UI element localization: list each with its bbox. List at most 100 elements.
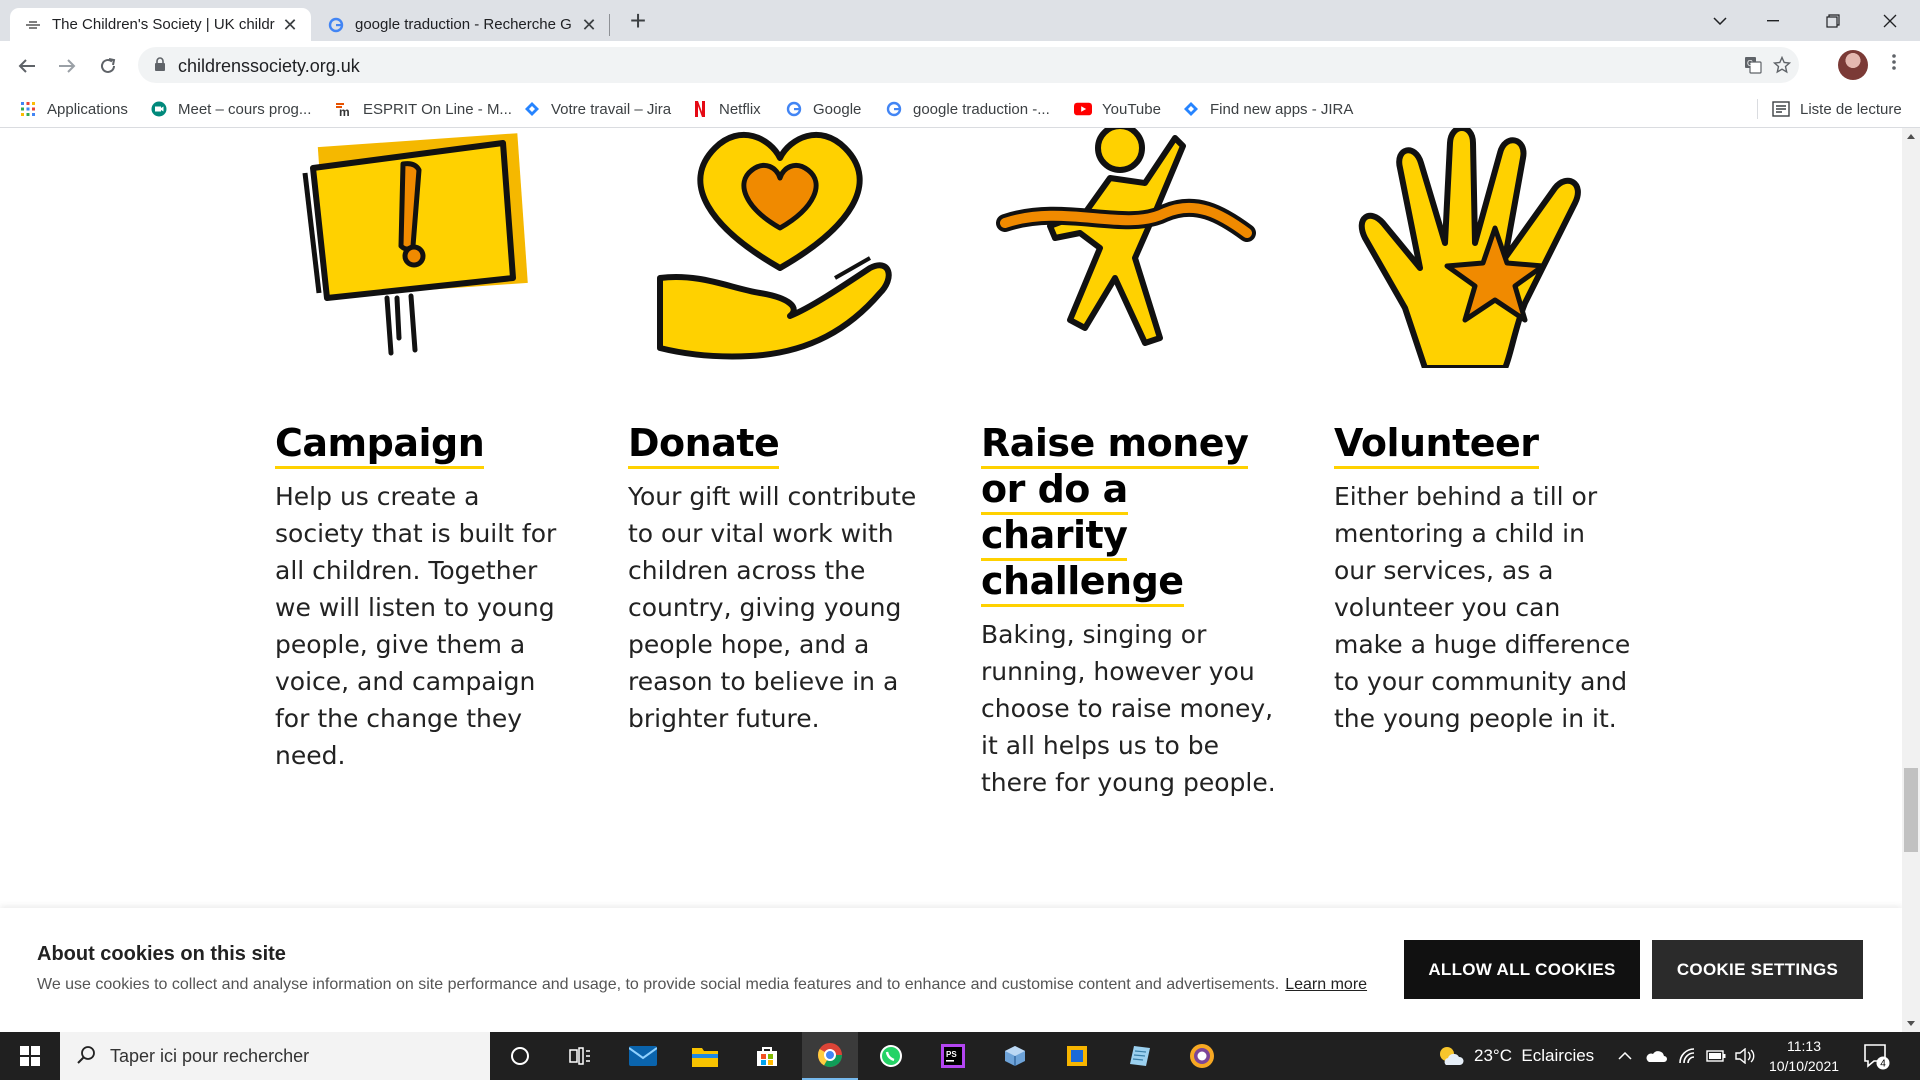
profile-avatar[interactable]	[1838, 50, 1868, 80]
card-title[interactable]: Donate	[628, 420, 948, 471]
bookmarks-bar: Applications Meet – cours prog... m ESPR…	[0, 90, 1920, 128]
page-content: Campaign Help us create a society that i…	[0, 128, 1902, 1032]
site-favicon-icon	[24, 16, 42, 34]
weather-cloud-sun-icon	[1438, 1045, 1464, 1067]
bookmark-netflix[interactable]: Netflix	[691, 97, 761, 121]
card-title[interactable]: Volunteer	[1334, 420, 1654, 471]
card-title[interactable]: Raise money or do a charity challenge	[981, 420, 1281, 609]
onedrive-icon[interactable]	[1645, 1032, 1667, 1080]
heart-hand-icon	[657, 131, 892, 360]
bookmark-label: ESPRIT On Line - M...	[363, 100, 512, 118]
bookmark-jira[interactable]: Votre travail – Jira	[523, 97, 671, 121]
close-window-icon[interactable]	[1862, 0, 1918, 41]
page-scrollbar[interactable]	[1902, 128, 1920, 1032]
virtualbox-icon[interactable]	[987, 1032, 1043, 1080]
card-raise-money: Raise money or do a charity challenge Ba…	[981, 420, 1281, 801]
cortana-icon[interactable]	[492, 1032, 548, 1080]
bookmark-google[interactable]: Google	[785, 97, 861, 121]
wifi-icon[interactable]	[1678, 1032, 1698, 1080]
jira-icon	[523, 100, 541, 118]
card-text: Your gift will contribute to our vital w…	[628, 482, 917, 733]
notepad-app-icon[interactable]	[1112, 1032, 1168, 1080]
reload-icon[interactable]	[93, 51, 123, 81]
menu-kebab-icon[interactable]	[1886, 51, 1902, 77]
whatsapp-icon[interactable]	[863, 1032, 919, 1080]
volume-icon[interactable]	[1735, 1032, 1755, 1080]
bookmark-youtube[interactable]: YouTube	[1074, 97, 1161, 121]
store-icon[interactable]	[739, 1032, 795, 1080]
weather-text: 23°C Eclaircies	[1474, 1046, 1595, 1065]
chrome-icon[interactable]	[802, 1032, 858, 1080]
scroll-down-icon[interactable]	[1907, 1021, 1915, 1026]
sticky-app-icon[interactable]	[1049, 1032, 1105, 1080]
google-icon	[785, 100, 803, 118]
reading-list-button[interactable]: Liste de lecture	[1772, 97, 1902, 121]
bookmark-find-new-apps-jira[interactable]: Find new apps - JIRA	[1182, 97, 1353, 121]
allow-all-cookies-button[interactable]: ALLOW ALL COOKIES	[1404, 940, 1640, 999]
bookmark-google-translate[interactable]: google traduction -...	[885, 97, 1050, 121]
restore-icon[interactable]	[1805, 0, 1861, 41]
card-title[interactable]: Campaign	[275, 420, 595, 471]
notification-count: 4	[1880, 1059, 1886, 1070]
bookmarks-divider	[1757, 99, 1758, 119]
card-title-link[interactable]: Campaign	[275, 421, 485, 471]
tab-childrens-society[interactable]: The Children's Society | UK childr ✕	[10, 8, 311, 41]
tab-close-icon[interactable]: ✕	[580, 16, 598, 34]
bookmark-applications[interactable]: Applications	[19, 97, 128, 121]
campaign-sign-icon	[302, 133, 528, 356]
cookie-text: We use cookies to collect and analyse in…	[37, 976, 1367, 994]
bookmark-label: Votre travail – Jira	[551, 100, 672, 118]
file-explorer-icon[interactable]	[677, 1032, 733, 1080]
tab-close-icon[interactable]: ✕	[281, 16, 299, 34]
forward-icon[interactable]	[52, 51, 82, 81]
google-icon	[327, 16, 345, 34]
battery-icon[interactable]	[1706, 1032, 1726, 1080]
system-clock[interactable]: 11:13 10/10/2021	[1764, 1036, 1844, 1076]
task-view-icon[interactable]	[552, 1032, 608, 1080]
youtube-icon	[1074, 100, 1092, 118]
search-icon	[76, 1045, 96, 1071]
bookmark-label: Netflix	[719, 100, 761, 118]
bookmark-meet[interactable]: Meet – cours prog...	[150, 97, 311, 121]
lock-icon	[154, 57, 166, 71]
tab-google-translate[interactable]: google traduction - Recherche G ✕	[315, 8, 610, 41]
jira-icon	[1182, 100, 1200, 118]
new-tab-button[interactable]: +	[624, 7, 652, 36]
tab-search-chevron-icon[interactable]	[1692, 0, 1748, 41]
cookie-settings-button[interactable]: COOKIE SETTINGS	[1652, 940, 1863, 999]
reading-list-icon	[1772, 100, 1790, 118]
address-bar[interactable]: childrenssociety.org.uk G	[138, 47, 1799, 83]
translate-icon[interactable]: G	[1743, 56, 1763, 76]
windows-start-icon[interactable]	[0, 1032, 60, 1080]
esprit-icon: m	[335, 100, 353, 118]
svg-text:G: G	[1747, 59, 1753, 68]
mail-icon[interactable]	[615, 1032, 671, 1080]
back-icon[interactable]	[12, 51, 42, 81]
card-title-link[interactable]: Donate	[628, 421, 780, 471]
bookmark-esprit[interactable]: m ESPRIT On Line - M...	[335, 97, 512, 121]
taskbar-search[interactable]: Taper ici pour rechercher	[60, 1032, 490, 1080]
bookmark-star-icon[interactable]	[1772, 55, 1792, 76]
phpstorm-icon[interactable]: PS	[925, 1032, 981, 1080]
card-text: Either behind a till or mentoring a chil…	[1334, 482, 1631, 733]
scroll-up-icon[interactable]	[1907, 134, 1915, 139]
minimize-icon[interactable]	[1745, 0, 1801, 41]
url-text: childrenssociety.org.uk	[178, 56, 360, 76]
cookie-description: We use cookies to collect and analyse in…	[37, 976, 1280, 993]
learn-more-link[interactable]: Learn more	[1285, 976, 1367, 993]
clock-time: 11:13	[1787, 1038, 1821, 1054]
tor-browser-icon[interactable]	[1174, 1032, 1230, 1080]
search-placeholder: Taper ici pour rechercher	[110, 1046, 310, 1066]
card-donate: Donate Your gift will contribute to our …	[628, 420, 948, 737]
notification-center-icon[interactable]: 4	[1862, 1042, 1890, 1070]
card-title-link[interactable]: Raise money or do a charity challenge	[981, 421, 1249, 609]
card-text: Baking, singing or running, however you …	[981, 620, 1276, 797]
hand-star-icon	[1358, 128, 1581, 368]
show-hidden-icons-chevron-icon[interactable]	[1618, 1032, 1632, 1080]
tab-title: The Children's Society | UK childr	[52, 16, 275, 33]
bookmark-label: Meet – cours prog...	[178, 100, 312, 118]
weather-widget[interactable]: 23°C Eclaircies	[1438, 1032, 1594, 1080]
scroll-thumb[interactable]	[1904, 768, 1918, 852]
card-title-link[interactable]: Volunteer	[1334, 421, 1539, 471]
card-volunteer: Volunteer Either behind a till or mentor…	[1334, 420, 1654, 737]
